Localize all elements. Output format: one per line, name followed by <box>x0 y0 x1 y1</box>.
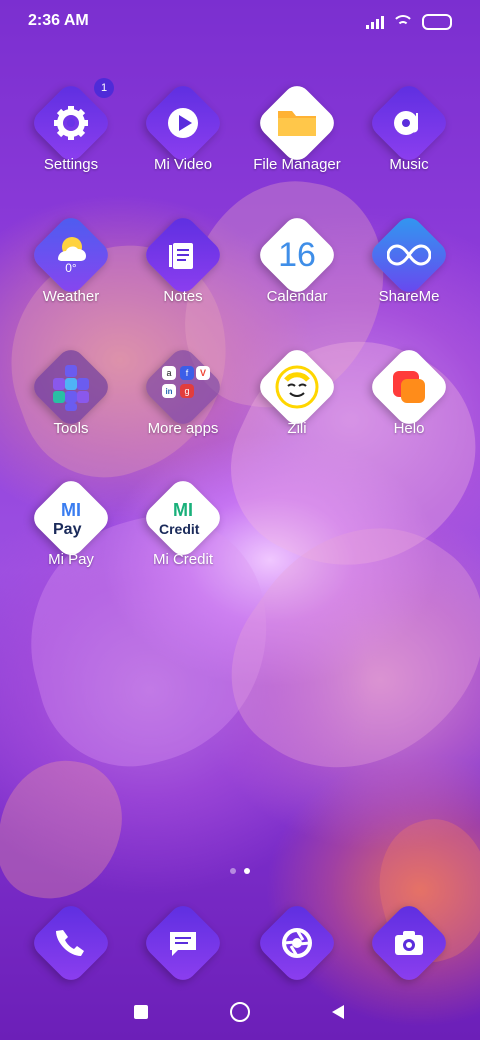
dock-browser[interactable] <box>242 900 352 990</box>
back-button[interactable] <box>328 1001 350 1023</box>
app-label: Calendar <box>266 288 328 305</box>
app-more-apps-folder[interactable]: a f V in g More apps <box>128 344 238 469</box>
back-icon <box>332 1005 344 1019</box>
helo-icon <box>389 367 429 407</box>
svg-text:MI: MI <box>61 500 81 520</box>
page-indicator <box>0 868 480 874</box>
signal-icon <box>366 15 384 29</box>
app-label: Mi Credit <box>152 551 213 568</box>
app-mi-video[interactable]: Mi Video <box>128 80 238 205</box>
navigation-bar <box>0 995 480 1030</box>
shareme-icon <box>387 240 431 270</box>
app-label: Zili <box>287 420 307 437</box>
home-button[interactable] <box>229 1001 251 1023</box>
app-label: Music <box>389 156 429 173</box>
app-label: File Manager <box>253 156 341 173</box>
app-label: Weather <box>42 288 100 305</box>
calendar-icon: 16 <box>278 236 316 275</box>
weather-icon: 0° <box>50 235 92 275</box>
app-music[interactable]: Music <box>354 80 464 205</box>
app-label: ShareMe <box>378 288 440 305</box>
notification-badge: 1 <box>94 78 114 98</box>
app-weather[interactable]: 0° Weather <box>16 212 126 337</box>
app-label: Helo <box>393 420 425 437</box>
amazon-icon: a <box>162 366 176 380</box>
app-label: Settings <box>43 156 99 173</box>
facebook-icon: f <box>180 366 194 380</box>
wifi-icon <box>394 15 412 29</box>
circle-icon <box>230 1002 250 1022</box>
page-dot-2[interactable] <box>244 868 250 874</box>
linkedin-icon: in <box>162 384 176 398</box>
weather-temp: 0° <box>65 261 77 275</box>
app-calendar[interactable]: 16 Calendar <box>242 212 352 337</box>
messages-icon <box>164 924 202 962</box>
page-dot-1[interactable] <box>230 868 236 874</box>
more-apps-folder-icon: a f V in g <box>156 360 210 414</box>
calendar-date: 16 <box>278 235 316 274</box>
square-icon <box>134 1005 148 1019</box>
app-label: Mi Video <box>153 156 213 173</box>
battery-icon <box>422 14 452 30</box>
phone-icon <box>52 924 90 962</box>
app-zili[interactable]: Zili <box>242 344 352 469</box>
app-label: Notes <box>163 288 203 305</box>
mi-credit-icon: MI Credit <box>157 498 209 538</box>
dock-messages[interactable] <box>128 900 238 990</box>
app-label: Tools <box>53 420 89 437</box>
app-mi-credit[interactable]: MI Credit Mi Credit <box>128 475 238 600</box>
svg-text:MI: MI <box>173 500 193 520</box>
music-icon <box>389 103 429 143</box>
play-icon <box>163 103 203 143</box>
app-tools-folder[interactable]: Tools <box>16 344 126 469</box>
app-label: Mi Pay <box>48 551 94 568</box>
g-app-icon: g <box>180 384 194 398</box>
gear-icon <box>51 103 91 143</box>
camera-icon <box>390 924 428 962</box>
tools-folder-icon <box>45 361 97 413</box>
status-time: 2:36 AM <box>28 12 89 29</box>
svg-text:Credit: Credit <box>159 521 200 537</box>
dock <box>0 900 480 1010</box>
browser-icon <box>278 924 316 962</box>
svg-text:Pay: Pay <box>53 521 82 538</box>
folder-icon <box>274 103 320 143</box>
v-app-icon: V <box>196 366 210 380</box>
dock-camera[interactable] <box>354 900 464 990</box>
app-settings[interactable]: 1 Settings <box>16 78 126 205</box>
app-file-manager[interactable]: File Manager <box>242 80 352 205</box>
app-notes[interactable]: Notes <box>128 212 238 337</box>
notes-icon <box>163 235 203 275</box>
recents-button[interactable] <box>130 1001 152 1023</box>
zili-icon <box>274 364 320 410</box>
mi-pay-icon: MI Pay <box>47 498 95 538</box>
app-label: More apps <box>147 420 219 437</box>
dock-phone[interactable] <box>16 900 126 990</box>
app-helo[interactable]: Helo <box>354 344 464 469</box>
app-mi-pay[interactable]: MI Pay Mi Pay <box>16 475 126 600</box>
status-icons <box>366 14 452 30</box>
app-shareme[interactable]: ShareMe <box>354 212 464 337</box>
status-bar: 2:36 AM <box>0 0 480 40</box>
